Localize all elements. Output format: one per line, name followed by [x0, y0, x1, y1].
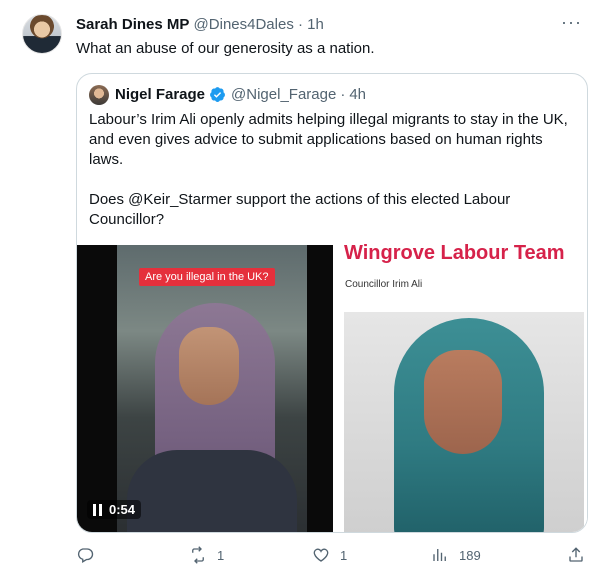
card-title: Wingrove Labour Team [344, 242, 565, 264]
video-player[interactable]: Are you illegal in the UK? 0:54 [77, 245, 334, 532]
video-duration-badge[interactable]: 0:54 [87, 500, 142, 519]
photo-face [424, 350, 502, 454]
councillor-photo [344, 312, 584, 532]
image-card[interactable]: Wingrove Labour Team Councillor Irim Ali [335, 242, 587, 532]
reply-icon [77, 548, 94, 563]
retweet-count: 1 [217, 547, 225, 563]
quoted-separator: · [340, 86, 346, 103]
video-duration: 0:54 [109, 502, 136, 517]
views-count: 189 [459, 547, 481, 563]
author-handle[interactable]: @Dines4Dales [194, 16, 294, 33]
tweet-text: What an abuse of our generosity as a nat… [76, 40, 375, 57]
share-icon [569, 547, 583, 562]
quoted-text: Labour’s Irim Ali openly admits helping … [89, 110, 579, 250]
share-button[interactable] [567, 544, 585, 566]
reply-button[interactable] [76, 544, 104, 566]
video-caption: Are you illegal in the UK? [139, 268, 275, 286]
card-subtitle: Councillor Irim Ali [345, 279, 423, 290]
quoted-time[interactable]: 4h [349, 86, 366, 103]
quoted-author-name[interactable]: Nigel Farage [115, 86, 205, 103]
like-icon [313, 548, 329, 562]
retweet-button[interactable]: 1 [189, 544, 224, 566]
tweet-header: Sarah Dines MP @Dines4Dales · 1h [76, 16, 324, 33]
header-separator: · [298, 16, 303, 33]
tweet-time[interactable]: 1h [307, 16, 324, 33]
verified-icon [210, 87, 225, 102]
video-person-face [179, 327, 239, 405]
quoted-tweet[interactable]: Nigel Farage @Nigel_Farage · 4h Labour’s… [76, 73, 588, 533]
author-avatar[interactable] [22, 14, 62, 54]
quoted-author-avatar[interactable] [89, 85, 109, 105]
media-grid: Are you illegal in the UK? 0:54 Wingrove… [77, 242, 587, 532]
quoted-paragraph-1: Labour’s Irim Ali openly admits helping … [89, 111, 568, 168]
action-bar: 1 1 189 [76, 544, 588, 568]
views-button[interactable]: 189 [431, 544, 481, 566]
views-icon [433, 549, 446, 561]
quoted-header: Nigel Farage @Nigel_Farage · 4h [115, 86, 366, 103]
play-pause-icon[interactable] [93, 503, 103, 516]
video-person-jacket [127, 450, 297, 532]
like-button[interactable]: 1 [312, 544, 347, 566]
author-name[interactable]: Sarah Dines MP [76, 16, 189, 33]
quoted-author-handle[interactable]: @Nigel_Farage [231, 86, 336, 103]
tweet[interactable]: Sarah Dines MP @Dines4Dales · 1h ··· Wha… [0, 0, 596, 576]
retweet-icon [192, 546, 204, 564]
quoted-paragraph-2: Does @Keir_Starmer support the actions o… [89, 191, 511, 228]
more-icon[interactable]: ··· [561, 12, 582, 33]
like-count: 1 [340, 547, 348, 563]
